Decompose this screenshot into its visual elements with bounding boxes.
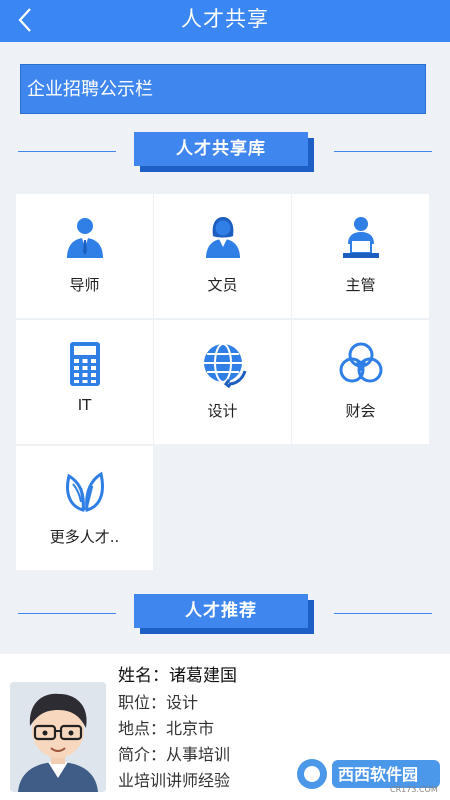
recommend-title: 人才推荐: [134, 594, 308, 628]
cartoon-avatar-icon: [10, 682, 106, 792]
clerk-icon: [205, 217, 240, 258]
divider-line: [334, 613, 432, 614]
svg-text:西西软件园: 西西软件园: [338, 765, 418, 784]
talent-library-title: 人才共享库: [134, 132, 308, 166]
talent-position: 职位：设计: [118, 693, 199, 712]
category-grid: 导师 文员 主管 IT 设计 财会 更多人才..: [16, 194, 430, 570]
category-mentor[interactable]: 导师: [16, 194, 153, 318]
page-title: 人才共享: [181, 7, 269, 31]
divider-line: [334, 151, 432, 152]
talent-name: 姓名：诸葛建国: [118, 666, 237, 686]
mentor-icon: [66, 218, 103, 258]
calculator-icon: [69, 342, 100, 386]
watermark-logo-icon: 西西软件园 CR173.COM: [297, 759, 440, 794]
recommend-header: 人才推荐: [0, 594, 450, 634]
globe-icon: [203, 343, 246, 388]
talent-location: 地点：北京市: [118, 719, 215, 738]
avatar: [10, 682, 106, 792]
category-label: 更多人才..: [49, 528, 120, 546]
category-label: IT: [77, 396, 92, 414]
category-clerk[interactable]: 文员: [154, 194, 291, 318]
category-more[interactable]: 更多人才..: [16, 446, 153, 570]
svg-text:CR173.COM: CR173.COM: [390, 785, 438, 794]
category-label: 导师: [69, 276, 100, 294]
category-label: 设计: [207, 402, 238, 420]
leaf-icon: [65, 471, 104, 512]
category-label: 财会: [345, 402, 376, 420]
category-label: 主管: [345, 276, 376, 294]
supervisor-icon: [342, 217, 379, 258]
site-watermark: 西西软件园 CR173.COM: [294, 754, 444, 794]
divider-line: [18, 151, 116, 152]
category-design[interactable]: 设计: [154, 320, 291, 444]
category-supervisor[interactable]: 主管: [292, 194, 429, 318]
category-label: 文员: [207, 276, 238, 294]
top-bar: 人才共享: [0, 0, 450, 42]
talent-library-header: 人才共享库: [0, 132, 450, 172]
venn-circles-icon: [339, 342, 382, 383]
category-it[interactable]: IT: [16, 320, 153, 444]
divider-line: [18, 613, 116, 614]
recruitment-notice-bar[interactable]: 企业招聘公示栏: [20, 64, 426, 114]
category-accounting[interactable]: 财会: [292, 320, 429, 444]
